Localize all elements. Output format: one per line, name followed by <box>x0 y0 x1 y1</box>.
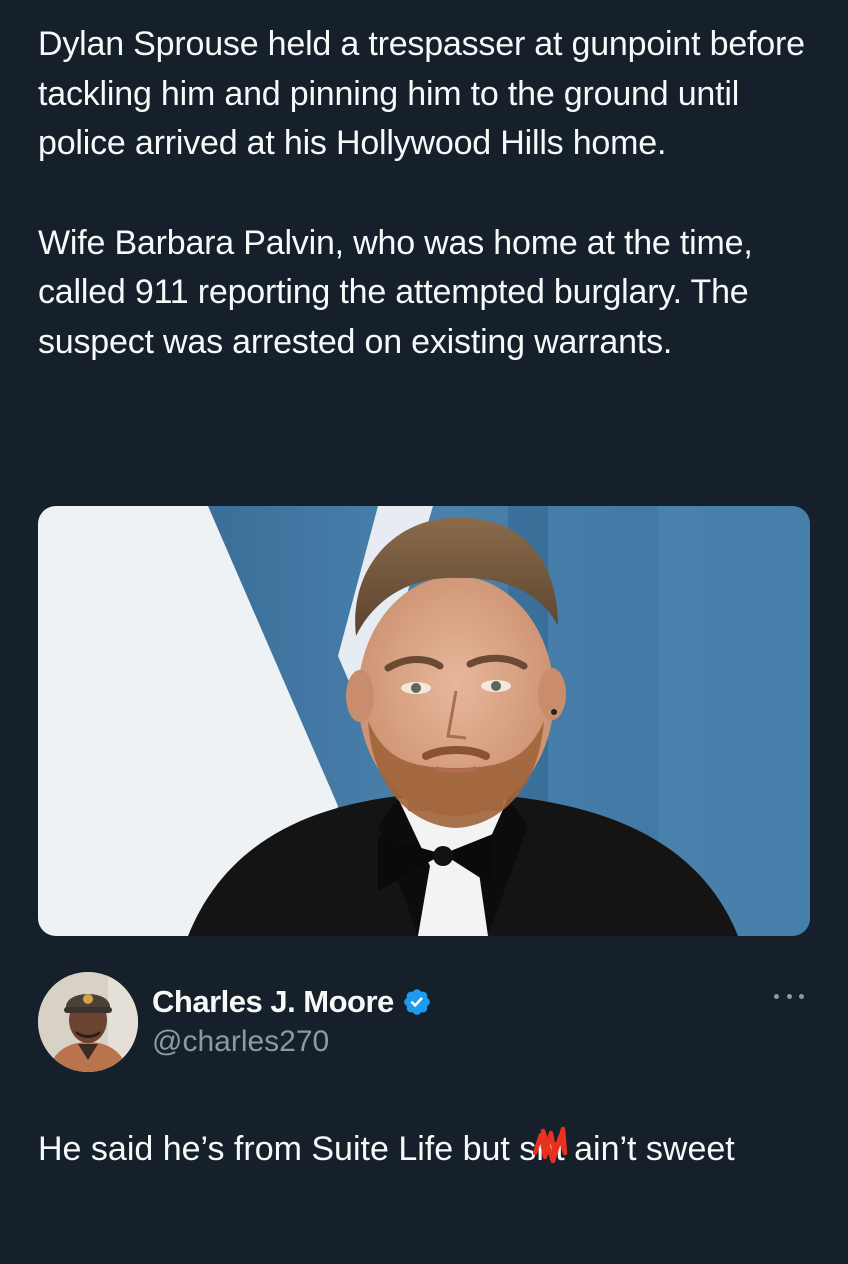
more-options-button[interactable] <box>774 986 804 1006</box>
quoted-tweet-text: Dylan Sprouse held a trespasser at gunpo… <box>38 20 810 367</box>
tweet-paragraph-2: Wife Barbara Palvin, who was home at the… <box>38 223 753 361</box>
avatar[interactable] <box>38 972 138 1072</box>
author-display-name[interactable]: Charles J. Moore <box>152 984 394 1020</box>
tweet-photo[interactable] <box>38 506 810 936</box>
red-scribble-icon <box>533 1126 568 1164</box>
profile-photo-icon <box>38 972 138 1072</box>
more-dot-icon <box>774 993 779 999</box>
more-dot-icon <box>799 993 804 999</box>
author-handle[interactable]: @charles270 <box>152 1025 329 1059</box>
more-dot-icon <box>786 993 792 999</box>
reply-text-before: He said he’s from Suite Life but s <box>38 1130 537 1168</box>
photo-of-man-in-tuxedo-icon <box>38 506 810 936</box>
reply-text: He said he’s from Suite Life but sht ain… <box>38 1125 810 1175</box>
censored-letter: ht <box>533 1125 568 1175</box>
reply-author: Charles J. Moore @charles270 <box>38 972 810 1072</box>
name-row: Charles J. Moore <box>152 982 432 1022</box>
verified-badge-icon <box>402 987 432 1017</box>
tweet-paragraph-1: Dylan Sprouse held a trespasser at gunpo… <box>38 25 805 162</box>
reply-text-after: ain’t sweet <box>564 1130 735 1168</box>
